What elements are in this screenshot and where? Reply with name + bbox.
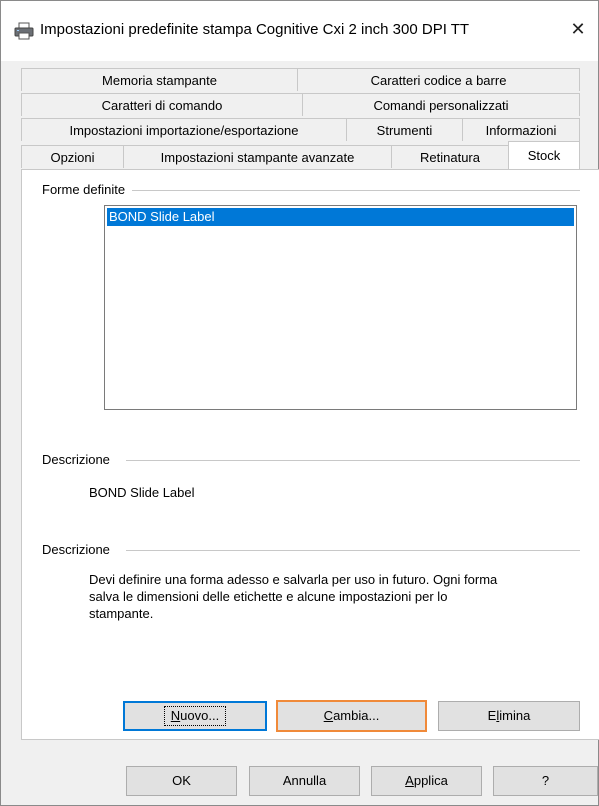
tab-impostazioni-importazione-esportazione[interactable]: Impostazioni importazione/esportazione: [21, 118, 347, 141]
new-button[interactable]: Nuovo...: [123, 701, 267, 731]
forms-group-label: Forme definite: [42, 182, 130, 197]
apply-button[interactable]: Applica: [371, 766, 482, 796]
delete-button[interactable]: Elimina: [438, 701, 580, 731]
description-group-divider-1: [126, 460, 580, 461]
list-item[interactable]: BOND Slide Label: [107, 208, 574, 226]
window-title: Impostazioni predefinite stampa Cognitiv…: [40, 21, 470, 38]
tab-opzioni[interactable]: Opzioni: [21, 145, 124, 168]
help-description-text: Devi definire una forma adesso e salvarl…: [89, 571, 497, 622]
change-button[interactable]: Cambia...: [276, 700, 427, 732]
description-group-label-1: Descrizione: [42, 452, 114, 467]
forms-group-divider: [132, 190, 580, 191]
description-group-divider-2: [126, 550, 580, 551]
stock-panel: Forme definite BOND Slide Label Descrizi…: [21, 169, 599, 740]
help-line-1: Devi definire una forma adesso e salvarl…: [89, 572, 498, 587]
help-button[interactable]: ?: [493, 766, 598, 796]
tab-retinatura[interactable]: Retinatura: [391, 145, 509, 168]
help-line-3: stampante.: [89, 606, 154, 621]
tab-comandi-personalizzati[interactable]: Comandi personalizzati: [302, 93, 580, 116]
printer-icon: [14, 22, 34, 40]
tab-memoria-stampante[interactable]: Memoria stampante: [21, 68, 298, 91]
ok-button[interactable]: OK: [126, 766, 237, 796]
close-button[interactable]: ✕: [558, 11, 598, 47]
tab-informazioni[interactable]: Informazioni: [462, 118, 580, 141]
tab-caratteri-codice-a-barre[interactable]: Caratteri codice a barre: [297, 68, 580, 91]
forms-listbox[interactable]: BOND Slide Label: [104, 205, 577, 410]
cancel-button[interactable]: Annulla: [249, 766, 360, 796]
tab-caratteri-di-comando[interactable]: Caratteri di comando: [21, 93, 303, 116]
close-icon: ✕: [570, 18, 586, 39]
title-bar: Impostazioni predefinite stampa Cognitiv…: [1, 1, 598, 61]
help-line-2: salva le dimensioni delle etichette e al…: [89, 589, 448, 604]
tab-impostazioni-stampante-avanzate[interactable]: Impostazioni stampante avanzate: [123, 145, 392, 168]
description-group-label-2: Descrizione: [42, 542, 114, 557]
form-description-text: BOND Slide Label: [89, 485, 195, 500]
tab-stock[interactable]: Stock: [508, 141, 580, 169]
tab-strumenti[interactable]: Strumenti: [346, 118, 463, 141]
printing-preferences-dialog: Impostazioni predefinite stampa Cognitiv…: [0, 0, 599, 806]
